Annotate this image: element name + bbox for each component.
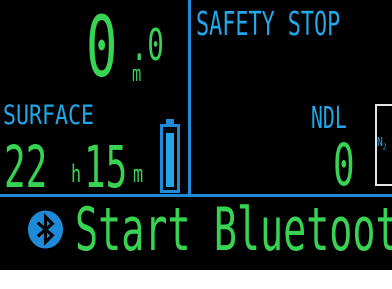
dive-computer-screen: 0 .0 m SURFACE 22 h 15 m SAFETY STOP NDL… bbox=[0, 0, 392, 270]
surface-time-minutes: 15 bbox=[84, 133, 128, 201]
n2-label-subscript: 2 bbox=[382, 142, 387, 152]
surface-label: SURFACE bbox=[3, 100, 95, 131]
battery-icon bbox=[160, 119, 180, 193]
bluetooth-icon[interactable] bbox=[26, 209, 65, 250]
surface-time-hours: 22 bbox=[4, 133, 48, 201]
safety-stop-label: SAFETY STOP bbox=[196, 4, 341, 43]
surface-time-hours-unit: h bbox=[71, 160, 82, 188]
vertical-divider bbox=[188, 0, 191, 196]
depth-integer: 0 bbox=[86, 0, 118, 96]
start-bluetooth-button[interactable]: Start Bluetooth bbox=[75, 200, 392, 260]
battery-level-fill bbox=[166, 132, 174, 187]
battery-body bbox=[160, 124, 180, 193]
n2-label: N2 bbox=[377, 136, 387, 151]
ndl-label: NDL bbox=[311, 101, 347, 136]
depth-unit: m bbox=[132, 62, 142, 87]
surface-time-minutes-unit: m bbox=[133, 160, 144, 188]
ndl-value: 0 bbox=[333, 131, 355, 199]
